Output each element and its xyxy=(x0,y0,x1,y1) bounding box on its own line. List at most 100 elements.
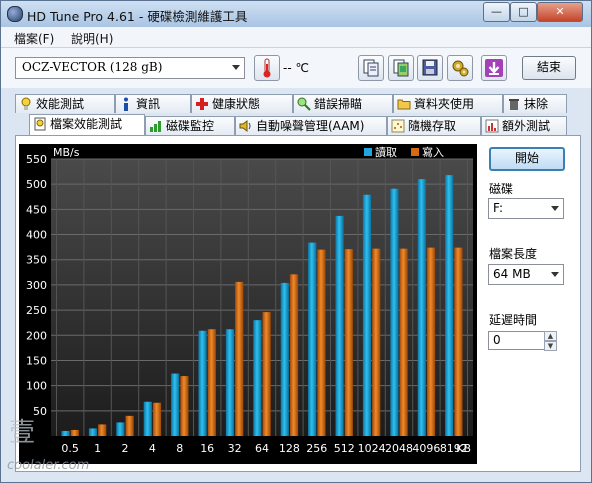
y-axis-label: MB/s xyxy=(53,146,80,159)
y-tick-label: 150 xyxy=(26,354,47,367)
tab-file-benchmark[interactable]: 檔案效能測試 xyxy=(29,114,145,135)
x-tick-label: 64 xyxy=(255,442,269,455)
menu-bar: 檔案(F) 說明(H) xyxy=(1,27,591,48)
folder-icon xyxy=(397,99,411,110)
tab-error-scan[interactable]: 錯誤掃瞄 xyxy=(293,94,393,113)
write-bar xyxy=(152,402,162,436)
drive-label: 磁碟 xyxy=(489,182,514,196)
thermometer-icon xyxy=(263,58,271,78)
x-tick-label: 4 xyxy=(149,442,156,455)
tab-aam[interactable]: 自動噪聲管理(AAM) xyxy=(235,116,387,135)
read-bar xyxy=(198,330,207,436)
temperature-readout: -- ℃ xyxy=(283,61,309,75)
y-tick-label: 450 xyxy=(26,203,47,216)
write-bar xyxy=(317,249,326,436)
copy-screenshot-button[interactable] xyxy=(388,55,414,81)
trash-icon xyxy=(509,99,519,110)
tab-benchmark[interactable]: 效能測試 xyxy=(15,94,115,113)
tab-extra-tests[interactable]: 額外測試 xyxy=(481,116,567,135)
close-button[interactable]: ✕ xyxy=(537,2,583,22)
error-scan-icon xyxy=(297,97,311,111)
file-length-select[interactable]: 64 MB xyxy=(488,264,564,285)
read-bar xyxy=(143,401,152,436)
y-tick-label: 100 xyxy=(26,380,47,393)
clipboard-icon xyxy=(393,59,409,77)
chart-plot-area xyxy=(51,159,473,436)
drive-letter-value: F: xyxy=(493,201,504,215)
health-icon xyxy=(196,98,208,110)
save-button[interactable] xyxy=(417,55,443,81)
x-unit-label: KB xyxy=(456,442,471,455)
temperature-button[interactable] xyxy=(254,55,280,81)
tab-label: 資訊 xyxy=(136,97,161,111)
info-icon xyxy=(124,97,128,111)
menu-help[interactable]: 說明(H) xyxy=(71,30,113,47)
x-tick-label: 512 xyxy=(334,442,355,455)
drive-select[interactable]: OCZ-VECTOR (128 gB) xyxy=(15,57,245,79)
options-button[interactable] xyxy=(447,55,473,81)
y-tick-label: 350 xyxy=(26,254,47,267)
drive-letter-select[interactable]: F: xyxy=(488,198,564,219)
app-icon xyxy=(7,6,23,22)
spin-down-icon[interactable]: ▼ xyxy=(544,341,557,351)
delay-value: 0 xyxy=(493,333,501,347)
tab-disk-monitor[interactable]: 磁碟監控 xyxy=(145,116,235,135)
write-bar xyxy=(344,249,353,436)
spin-up-icon[interactable]: ▲ xyxy=(544,331,557,341)
copy-info-button[interactable] xyxy=(358,55,384,81)
chevron-down-icon xyxy=(232,65,240,70)
tab-erase[interactable]: 抹除 xyxy=(503,94,567,113)
x-tick-label: 32 xyxy=(228,442,242,455)
tab-label: 額外測試 xyxy=(502,119,551,133)
read-bar xyxy=(171,373,180,436)
tab-label: 磁碟監控 xyxy=(166,119,215,133)
random-access-icon xyxy=(391,119,405,133)
tab-label: 健康狀態 xyxy=(212,97,261,111)
file-length-label: 檔案長度 xyxy=(489,247,538,261)
x-tick-label: 1024 xyxy=(358,442,386,455)
delay-spinner[interactable]: ▲ ▼ xyxy=(544,331,557,351)
menu-file[interactable]: 檔案(F) xyxy=(14,30,54,47)
x-tick-label: 128 xyxy=(279,442,300,455)
read-bar xyxy=(362,194,372,436)
y-tick-label: 550 xyxy=(26,153,47,166)
read-bar xyxy=(308,242,317,436)
svg-text:壹: 壹 xyxy=(9,418,35,448)
read-bar xyxy=(417,179,426,436)
watermark-logo: 壹 coolaler.com xyxy=(7,418,89,473)
chevron-down-icon xyxy=(551,272,559,277)
write-bar xyxy=(289,274,299,436)
window-title: HD Tune Pro 4.61 - 硬碟檢測維護工具 xyxy=(27,9,248,24)
tab-label: 效能測試 xyxy=(36,97,85,111)
x-tick-label: 8 xyxy=(176,442,183,455)
download-button[interactable] xyxy=(481,55,507,81)
tab-label: 自動噪聲管理(AAM) xyxy=(256,119,365,133)
download-arrow-icon xyxy=(485,59,503,77)
app-window: HD Tune Pro 4.61 - 硬碟檢測維護工具 — □ ✕ 檔案(F) … xyxy=(0,0,592,483)
tab-info[interactable]: 資訊 xyxy=(115,94,191,113)
write-bar xyxy=(207,329,216,436)
file-benchmark-icon xyxy=(34,117,46,131)
delay-input[interactable]: 0 xyxy=(488,331,546,350)
tab-label: 抹除 xyxy=(524,97,549,111)
disk-monitor-icon xyxy=(150,121,161,132)
start-button[interactable]: 開始 xyxy=(489,147,565,171)
tab-health[interactable]: 健康狀態 xyxy=(191,94,293,113)
write-bar xyxy=(454,247,463,436)
tab-label: 錯誤掃瞄 xyxy=(314,97,363,111)
title-bar: HD Tune Pro 4.61 - 硬碟檢測維護工具 — □ ✕ xyxy=(1,1,591,27)
exit-button[interactable]: 結束 xyxy=(522,56,576,80)
tab-label: 資料夾使用 xyxy=(414,97,475,111)
tab-folder-usage[interactable]: 資料夾使用 xyxy=(393,94,503,113)
y-tick-label: 400 xyxy=(26,229,47,242)
tab-random-access[interactable]: 隨機存取 xyxy=(387,116,481,135)
minimize-button[interactable]: — xyxy=(483,2,510,22)
x-tick-label: 2 xyxy=(121,442,128,455)
write-bar xyxy=(426,247,436,436)
write-bar xyxy=(372,248,381,436)
read-bar xyxy=(116,422,125,436)
read-bar xyxy=(280,282,289,436)
chevron-down-icon xyxy=(551,206,559,211)
toolbar: OCZ-VECTOR (128 gB) -- ℃ 結束 xyxy=(1,48,591,88)
maximize-button[interactable]: □ xyxy=(510,2,537,22)
